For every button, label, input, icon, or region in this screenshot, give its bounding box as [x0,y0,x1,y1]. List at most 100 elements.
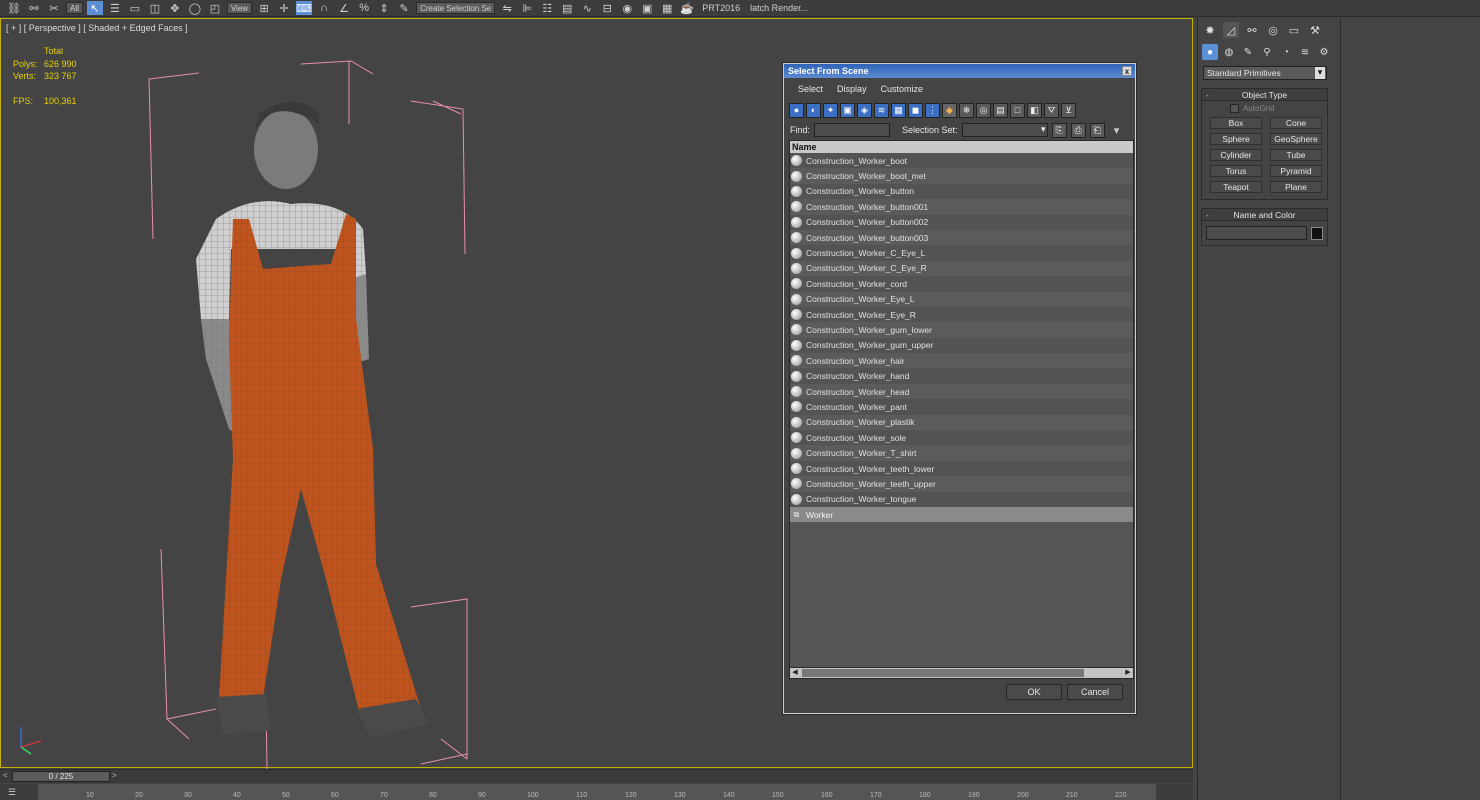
list-item[interactable]: Construction_Worker_plastik [790,414,1133,431]
hierarchy-tab-icon[interactable]: ⚯ [1244,22,1260,38]
motion-tab-icon[interactable]: ◎ [1265,22,1281,38]
list-item[interactable]: Construction_Worker_hair [790,353,1133,369]
list-item[interactable]: Construction_Worker_Eye_R [790,306,1133,323]
object-list[interactable]: Name Construction_Worker_boot Constructio… [789,140,1134,668]
find-input[interactable] [814,123,891,137]
list-item[interactable]: Construction_Worker_gum_lower [790,322,1133,338]
plane-button[interactable]: Plane [1270,181,1322,193]
scale-icon[interactable]: ◰ [207,1,223,15]
render-icon[interactable]: ☕ [679,1,695,15]
menu-display[interactable]: Display [837,84,867,94]
display-lights-icon[interactable]: ✦ [823,102,838,118]
window-crossing-icon[interactable]: ◫ [147,1,163,15]
add-to-selection-set-icon[interactable]: ⎙ [1070,122,1086,138]
curve-editor-icon[interactable]: ∿ [579,1,595,15]
construction-worker-model[interactable] [196,101,429,738]
snap-icon[interactable]: ∩ [316,1,332,15]
geosphere-button[interactable]: GeoSphere [1270,133,1322,145]
list-item[interactable]: Construction_Worker_gum_upper [790,337,1133,354]
track-ruler[interactable]: 10 20 30 40 50 60 70 80 90 100 110 120 130 140 150 160 1… [38,784,1156,800]
mini-curve-editor-icon[interactable]: ☰ [8,787,16,798]
filter-icon[interactable]: ⛛ [1044,102,1059,118]
primitive-category-dropdown[interactable]: Standard Primitives [1203,66,1327,80]
cone-button[interactable]: Cone [1270,117,1322,129]
select-none-icon[interactable]: □ [1010,102,1025,118]
box-button[interactable]: Box [1210,117,1262,129]
time-slider-thumb[interactable]: 0 / 225 [12,771,110,782]
name-and-color-header[interactable]: - Name and Color [1202,209,1327,221]
collapse-icon[interactable]: - [1206,210,1209,220]
display-bones-icon[interactable]: ⋮ [925,102,940,118]
batch-render-label[interactable]: latch Render... [747,3,811,13]
utilities-tab-icon[interactable]: ⚒ [1307,22,1323,38]
layer-manager-icon[interactable]: ☷ [539,1,555,15]
horizontal-scrollbar[interactable]: ◀ ▶ [789,667,1134,679]
list-item[interactable]: Construction_Worker_T_shirt [790,445,1133,461]
helpers-icon[interactable]: ◔ [1278,44,1294,60]
list-item[interactable]: Construction_Worker_button003 [790,229,1133,246]
object-color-swatch[interactable] [1311,226,1323,240]
list-item[interactable]: Construction_Worker_head [790,383,1133,400]
mirror-icon[interactable]: ⇋ [499,1,515,15]
display-spacewarps-icon[interactable]: ≋ [874,102,889,118]
tube-button[interactable]: Tube [1270,149,1322,161]
display-xrefs-icon[interactable]: ◼ [908,102,923,118]
cameras-icon[interactable]: ⚲ [1259,44,1275,60]
list-item[interactable]: Construction_Worker_C_Eye_L [790,245,1133,261]
display-geometry-icon[interactable]: ● [789,102,804,118]
list-item[interactable]: Construction_Worker_sole [790,430,1133,446]
filter-options-icon[interactable]: ⊻ [1061,102,1076,118]
schematic-view-icon[interactable]: ⊟ [599,1,615,15]
create-selection-set-icon[interactable]: ⎘ [1051,122,1067,138]
list-item[interactable]: Construction_Worker_C_Eye_R [790,260,1133,277]
selection-set-dropdown[interactable] [961,123,1048,137]
pivot-icon[interactable]: ⊞ [256,1,272,15]
bind-spacewarp-icon[interactable]: ✂ [46,1,62,15]
time-slider[interactable]: < 0 / 225 > [0,769,1193,783]
list-item[interactable]: Construction_Worker_Eye_L [790,291,1133,307]
select-by-name-icon[interactable]: ☰ [107,1,123,15]
menu-customize[interactable]: Customize [881,84,924,94]
render-setup-icon[interactable]: ▣ [639,1,655,15]
percent-snap-icon[interactable]: % [356,1,372,15]
scroll-right-icon[interactable]: ▶ [1123,668,1133,678]
list-item[interactable]: Construction_Worker_teeth_upper [790,476,1133,492]
display-cameras-icon[interactable]: ▣ [840,102,855,118]
spacewarps-icon[interactable]: ≋ [1297,44,1313,60]
rotate-icon[interactable]: ◯ [187,1,203,15]
list-item[interactable]: ⧉ Worker [790,506,1133,523]
scene-explorer-icon[interactable]: ▤ [559,1,575,15]
rect-selection-icon[interactable]: ▭ [127,1,143,15]
list-item[interactable]: Construction_Worker_boot [790,153,1133,169]
track-bar[interactable]: ☰ 10 20 30 40 50 60 70 80 90 100 110 120 130 140 150 16… [0,784,1193,800]
link-icon[interactable]: ⛓ [6,1,22,15]
remove-selection-set-icon[interactable]: ⎗ [1089,122,1105,138]
rendered-frame-icon[interactable]: ▦ [659,1,675,15]
cancel-button[interactable]: Cancel [1067,684,1123,700]
create-tab-icon[interactable]: ✸ [1202,22,1218,38]
lights-icon[interactable]: ✎ [1240,44,1256,60]
systems-icon[interactable]: ⚙ [1316,44,1332,60]
name-column-header[interactable]: Name [790,141,1133,153]
display-hidden-icon[interactable]: ◎ [976,102,991,118]
ok-button[interactable]: OK [1006,684,1062,700]
display-groups-icon[interactable]: ▦ [891,102,906,118]
display-shapes-icon[interactable]: ◐ [806,102,821,118]
select-object-icon[interactable]: ↖ [86,1,103,15]
cylinder-button[interactable]: Cylinder [1210,149,1262,161]
close-icon[interactable]: x [1122,66,1132,76]
list-item[interactable]: Construction_Worker_tongue [790,491,1133,507]
scroll-left-icon[interactable]: ◀ [790,668,800,678]
display-helpers-icon[interactable]: ◈ [857,102,872,118]
chevron-down-icon[interactable]: ▾ [1109,123,1125,137]
list-item[interactable]: Construction_Worker_pant [790,399,1133,415]
angle-snap-icon[interactable]: ∠ [336,1,352,15]
unlink-icon[interactable]: ⚯ [26,1,42,15]
select-manipulate-icon[interactable]: ✛ [276,1,292,15]
collapse-icon[interactable]: - [1206,90,1209,100]
select-invert-icon[interactable]: ◧ [1027,102,1042,118]
named-selection-dropdown[interactable]: Create Selection Se [416,2,496,14]
select-all-icon[interactable]: ▤ [993,102,1008,118]
object-type-header[interactable]: - Object Type [1202,89,1327,101]
teapot-button[interactable]: Teapot [1210,181,1262,193]
